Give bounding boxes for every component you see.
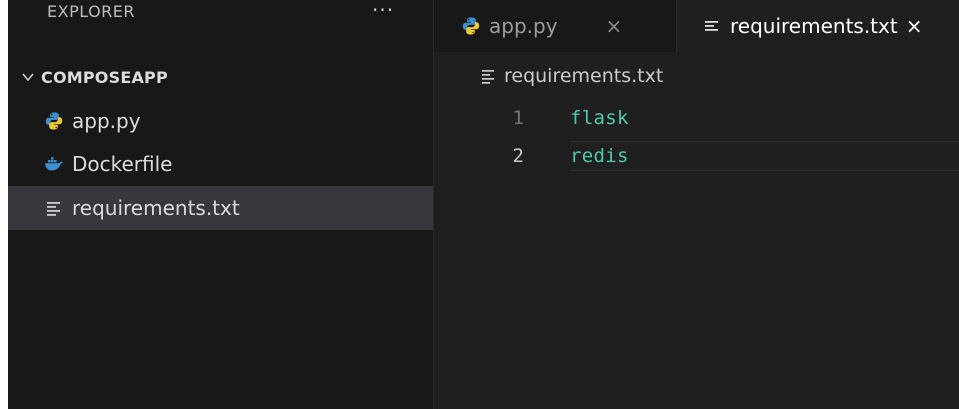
file-label: requirements.txt: [72, 196, 240, 220]
file-dockerfile[interactable]: Dockerfile: [8, 142, 433, 186]
file-label: app.py: [72, 109, 141, 133]
code-text-area[interactable]: flask: [570, 104, 959, 132]
file-label: Dockerfile: [72, 152, 173, 176]
tab-label: app.py: [489, 14, 558, 38]
file-app-py[interactable]: app.py: [8, 99, 433, 143]
more-actions-button[interactable]: ···: [372, 0, 394, 20]
code-text: flask: [570, 107, 629, 129]
code-text-area[interactable]: redis: [570, 141, 959, 171]
python-icon: [45, 112, 63, 130]
python-icon: [462, 17, 480, 35]
explorer-sidebar: EXPLORER ··· COMPOSEAPP app.py Dockerfil…: [8, 0, 434, 409]
code-line-current[interactable]: 2 redis: [434, 141, 959, 171]
folder-label: COMPOSEAPP: [41, 67, 168, 87]
folder-composeapp[interactable]: COMPOSEAPP: [8, 62, 433, 92]
text-lines-icon: [482, 70, 494, 84]
tab-requirements-txt[interactable]: requirements.txt ×: [677, 0, 959, 52]
breadcrumb[interactable]: requirements.txt: [434, 62, 663, 90]
chevron-down-icon: [22, 73, 34, 82]
explorer-header: EXPLORER ···: [8, 0, 433, 40]
text-lines-icon: [705, 21, 718, 31]
close-icon[interactable]: ×: [906, 14, 923, 38]
editor-area: app.py × requirements.txt × requirements…: [434, 0, 959, 409]
breadcrumb-file: requirements.txt: [504, 65, 664, 87]
code-line[interactable]: 1 flask: [434, 103, 959, 133]
line-number: 2: [512, 145, 524, 167]
file-requirements-txt[interactable]: requirements.txt: [8, 186, 433, 230]
code-text: redis: [570, 145, 629, 167]
line-number: 1: [512, 107, 524, 129]
text-lines-icon: [47, 202, 60, 216]
tab-bar: app.py × requirements.txt ×: [434, 0, 959, 52]
vscode-window: EXPLORER ··· COMPOSEAPP app.py Dockerfil…: [8, 0, 959, 409]
close-icon[interactable]: ×: [606, 14, 623, 38]
docker-icon: [45, 157, 63, 171]
tab-label: requirements.txt: [730, 14, 898, 38]
tab-app-py[interactable]: app.py ×: [434, 0, 677, 52]
explorer-title: EXPLORER: [47, 2, 135, 21]
